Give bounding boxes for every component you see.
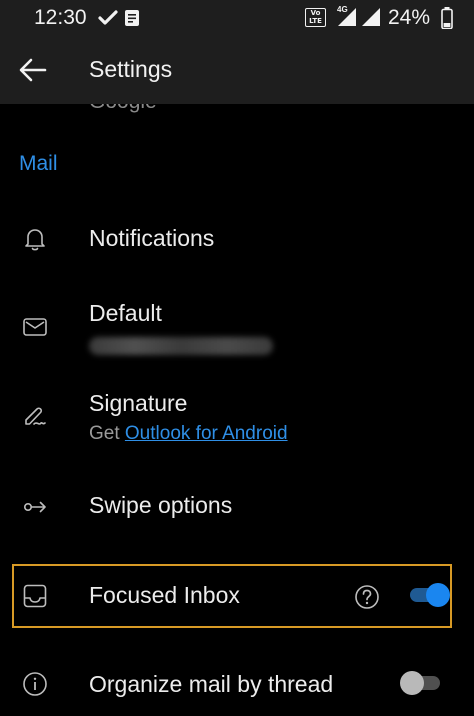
settings-item-signature[interactable]: Signature Get Outlook for Android xyxy=(0,376,474,458)
battery-percent: 24% xyxy=(388,6,431,29)
swipe-arrow-icon xyxy=(23,501,46,513)
settings-item-notifications[interactable]: Notifications xyxy=(0,204,474,274)
organize-thread-toggle[interactable] xyxy=(400,670,442,696)
back-arrow-icon[interactable] xyxy=(18,56,48,84)
signature-subtitle: Get Outlook for Android xyxy=(89,423,288,445)
default-account-email-redacted xyxy=(89,337,273,355)
settings-item-focused-inbox[interactable]: Focused Inbox xyxy=(0,564,474,628)
bell-icon xyxy=(25,229,45,251)
focused-inbox-toggle[interactable] xyxy=(408,582,450,608)
focused-inbox-label: Focused Inbox xyxy=(89,582,240,608)
signature-pen-icon xyxy=(25,407,46,425)
signature-subtitle-prefix: Get xyxy=(89,423,120,444)
app-bar: Settings xyxy=(0,36,474,104)
signal-icon xyxy=(362,8,380,26)
network-type-label: 4G xyxy=(337,5,348,14)
document-icon xyxy=(125,10,139,26)
inbox-tray-icon xyxy=(23,584,47,608)
notifications-label: Notifications xyxy=(89,225,215,251)
mail-icon xyxy=(23,318,47,336)
help-question-icon[interactable] xyxy=(354,584,380,610)
swipe-options-label: Swipe options xyxy=(89,492,233,518)
status-time: 12:30 xyxy=(34,6,87,29)
account-label[interactable]: Google xyxy=(89,104,157,114)
status-bar: 12:30 Vo LTE 4G 24% xyxy=(0,0,474,36)
organize-thread-label: Organize mail by thread xyxy=(89,671,334,697)
section-header-mail: Mail xyxy=(19,152,58,175)
volte-icon: Vo LTE xyxy=(305,8,326,27)
settings-item-swipe-options[interactable]: Swipe options xyxy=(0,472,474,542)
page-title: Settings xyxy=(89,56,173,82)
toggle-thumb xyxy=(426,583,450,607)
default-label: Default xyxy=(89,300,162,326)
checkmark-icon xyxy=(98,10,118,25)
settings-list[interactable]: Google Mail Notifications Default Signat… xyxy=(0,104,474,716)
toggle-thumb xyxy=(400,671,424,695)
info-icon xyxy=(23,672,47,696)
battery-icon xyxy=(441,7,453,29)
signature-label: Signature xyxy=(89,390,188,416)
settings-item-default[interactable]: Default xyxy=(0,284,474,366)
outlook-for-android-link[interactable]: Outlook for Android xyxy=(125,423,288,444)
